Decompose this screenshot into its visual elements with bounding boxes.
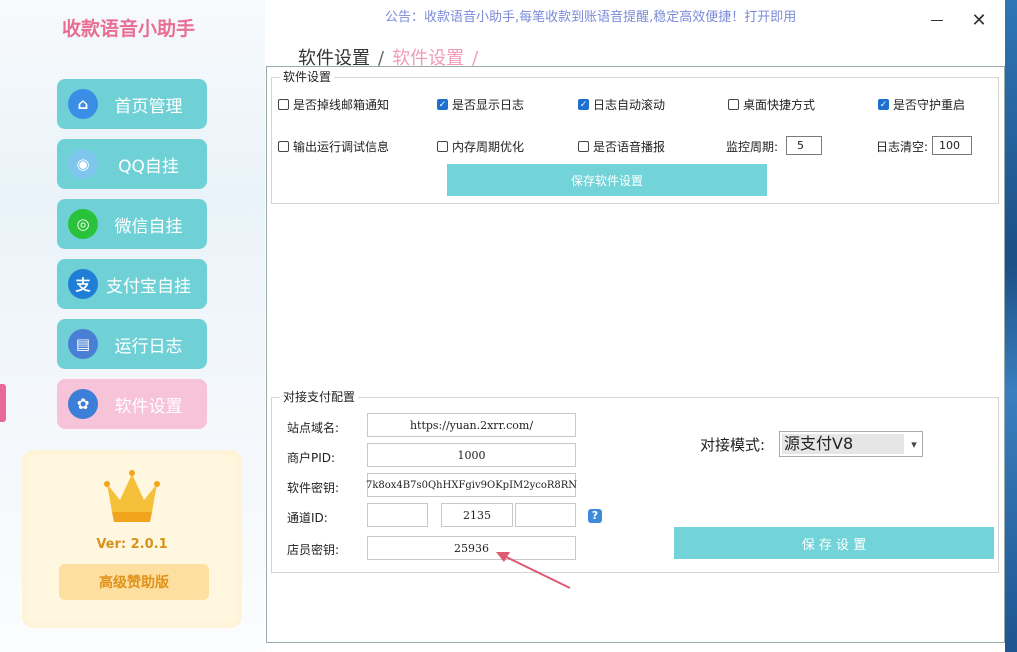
mode-label: 对接模式: xyxy=(700,436,766,454)
active-nav-marker xyxy=(0,384,6,422)
software-key-label: 软件密钥: xyxy=(287,481,340,495)
arrow-annotation xyxy=(496,552,571,589)
settings-panel: 软件设置 是否掉线邮箱通知 ✓ 是否显示日志 ✓ 日志自动滚动 桌面快捷方式 ✓ 是否… xyxy=(266,66,1005,643)
checkbox-label: 是否语音播报 xyxy=(593,140,666,154)
help-icon[interactable]: ? xyxy=(588,509,602,523)
save-software-settings-button[interactable]: 保存软件设置 xyxy=(447,164,767,196)
checkbox-memory-optimize[interactable]: 内存周期优化 xyxy=(437,138,524,155)
vip-card: Ver: 2.0.1 高级赞助版 xyxy=(22,450,242,628)
channel-id-input-2[interactable]: 2135 xyxy=(441,503,513,527)
app-title: 收款语音小助手 xyxy=(62,18,196,40)
channel-id-label: 通道ID: xyxy=(287,511,328,525)
nav-log[interactable]: ▤ 运行日志 xyxy=(57,319,207,369)
premium-button[interactable]: 高级赞助版 xyxy=(59,564,209,600)
nav-label: QQ自挂 xyxy=(118,156,179,177)
checkbox-label: 桌面快捷方式 xyxy=(743,98,816,112)
checkbox-box[interactable] xyxy=(437,141,448,152)
gear-icon: ✿ xyxy=(68,389,98,419)
clerk-key-label: 店员密钥: xyxy=(287,543,340,557)
nav-label: 运行日志 xyxy=(114,336,183,357)
pid-label: 商户PID: xyxy=(287,451,336,465)
home-icon: ⌂ xyxy=(68,89,98,119)
checkbox-label: 日志自动滚动 xyxy=(593,98,666,112)
checkbox-box[interactable] xyxy=(578,141,589,152)
checkbox-voice-broadcast[interactable]: 是否语音播报 xyxy=(578,138,665,155)
close-button[interactable]: ✕ xyxy=(968,10,990,32)
nav-label: 支付宝自挂 xyxy=(106,276,191,297)
checkbox-offline-email[interactable]: 是否掉线邮箱通知 xyxy=(278,96,389,113)
notice-text: 公告：收款语音小助手,每笔收款到账语音提醒,稳定高效便捷！打开即用 xyxy=(385,10,797,25)
wechat-icon: ◎ xyxy=(68,209,98,239)
group-title: 对接支付配置 xyxy=(280,388,359,405)
checkbox-debug-output[interactable]: 输出运行调试信息 xyxy=(278,138,389,155)
checkbox-box[interactable] xyxy=(278,99,289,110)
checkbox-label: 是否守护重启 xyxy=(893,98,966,112)
checkbox-log-autoscroll[interactable]: ✓ 日志自动滚动 xyxy=(578,96,665,113)
software-settings-group: 软件设置 是否掉线邮箱通知 ✓ 是否显示日志 ✓ 日志自动滚动 桌面快捷方式 ✓ 是否… xyxy=(271,68,999,204)
nav-settings[interactable]: ✿ 软件设置 xyxy=(57,379,207,429)
nav-wechat[interactable]: ◎ 微信自挂 xyxy=(57,199,207,249)
checkbox-box[interactable] xyxy=(278,141,289,152)
nav-alipay[interactable]: 支 支付宝自挂 xyxy=(57,259,207,309)
crown-icon xyxy=(104,470,160,522)
minimize-button[interactable] xyxy=(931,20,943,21)
nav-label: 软件设置 xyxy=(114,396,183,417)
nav-label: 首页管理 xyxy=(114,96,183,117)
desktop-background xyxy=(1005,0,1017,652)
clipboard-icon: ▤ xyxy=(68,329,98,359)
save-payment-settings-button[interactable]: 保 存 设 置 xyxy=(674,527,994,559)
nav-label: 微信自挂 xyxy=(114,216,183,237)
mode-select-value: 源支付V8 xyxy=(782,434,904,454)
checkbox-desktop-shortcut[interactable]: 桌面快捷方式 xyxy=(728,96,815,113)
nav-qq[interactable]: ◉ QQ自挂 xyxy=(57,139,207,189)
checkbox-box[interactable]: ✓ xyxy=(878,99,889,110)
qq-icon: ◉ xyxy=(68,149,98,179)
mode-select[interactable]: 源支付V8 ▾ xyxy=(779,431,923,457)
monitor-period-input[interactable]: 5 xyxy=(786,136,822,155)
nav-home[interactable]: ⌂ 首页管理 xyxy=(57,79,207,129)
checkbox-label: 是否掉线邮箱通知 xyxy=(293,98,390,112)
channel-id-input-3[interactable] xyxy=(515,503,576,527)
alipay-icon: 支 xyxy=(68,269,98,299)
checkbox-show-log[interactable]: ✓ 是否显示日志 xyxy=(437,96,524,113)
checkbox-box[interactable]: ✓ xyxy=(437,99,448,110)
payment-config-group: 对接支付配置 站点域名: https://yuan.2xrr.com/ 商户PI… xyxy=(271,388,999,589)
pid-input[interactable]: 1000 xyxy=(367,443,576,467)
domain-label: 站点域名: xyxy=(287,421,340,435)
version-label: Ver: 2.0.1 xyxy=(96,537,168,552)
chevron-down-icon[interactable]: ▾ xyxy=(906,438,922,451)
checkbox-label: 是否显示日志 xyxy=(452,98,525,112)
checkbox-label: 输出运行调试信息 xyxy=(293,140,390,154)
log-clear-input[interactable]: 100 xyxy=(932,136,972,155)
checkbox-box[interactable] xyxy=(728,99,739,110)
sidebar: 收款语音小助手 ⌂ 首页管理 ◉ QQ自挂 ◎ 微信自挂 支 支付宝自挂 ▤ 运… xyxy=(0,0,265,652)
software-key-input[interactable]: 7k8ox4B7s0QhHXFgiv9OKpIM2ycoR8RN xyxy=(366,473,577,497)
domain-input[interactable]: https://yuan.2xrr.com/ xyxy=(367,413,576,437)
checkbox-label: 内存周期优化 xyxy=(452,140,525,154)
log-clear-label: 日志清空: xyxy=(876,140,929,154)
checkbox-box[interactable]: ✓ xyxy=(578,99,589,110)
group-title: 软件设置 xyxy=(280,68,335,85)
checkbox-daemon-restart[interactable]: ✓ 是否守护重启 xyxy=(878,96,965,113)
monitor-period-label: 监控周期: xyxy=(726,140,779,154)
app-window: 收款语音小助手 ⌂ 首页管理 ◉ QQ自挂 ◎ 微信自挂 支 支付宝自挂 ▤ 运… xyxy=(0,0,1005,652)
channel-id-input-1[interactable] xyxy=(367,503,428,527)
